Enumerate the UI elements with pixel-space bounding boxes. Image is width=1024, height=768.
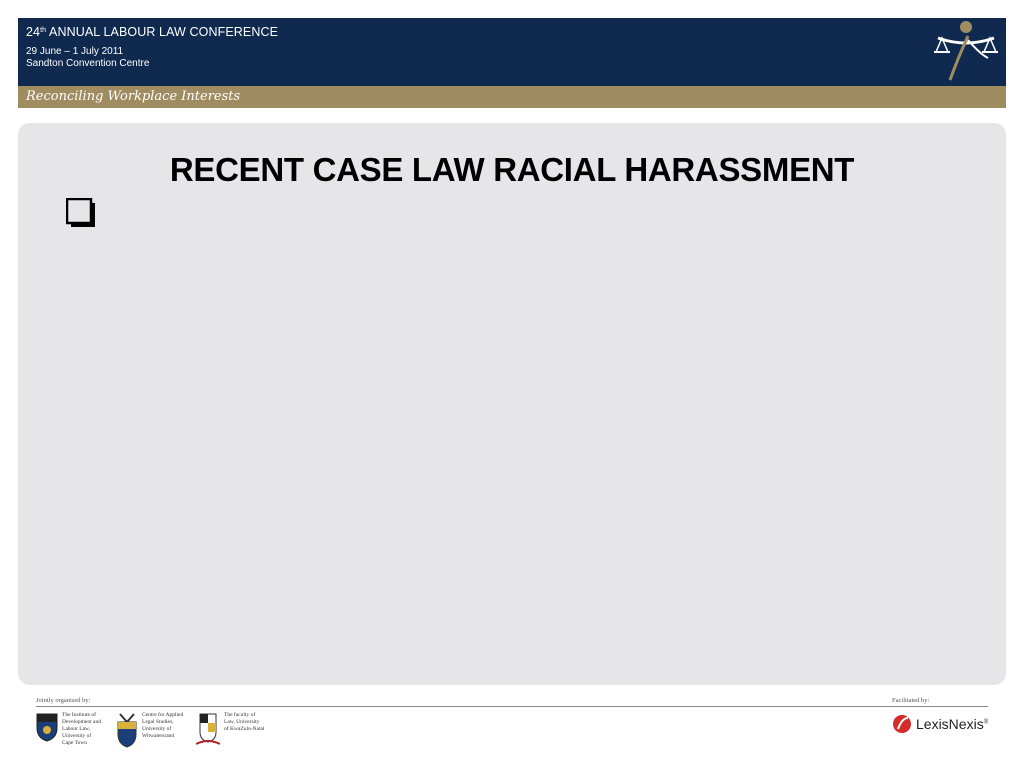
- conference-title: 24th ANNUAL LABOUR LAW CONFERENCE: [26, 25, 279, 39]
- slide-content-area: RECENT CASE LAW RACIAL HARASSMENT: [18, 123, 1006, 685]
- lexisnexis-logo-icon: [893, 715, 911, 733]
- conference-dates: 29 June – 1 July 2011: [26, 46, 124, 57]
- organiser-ukzn: The faculty of Law, University of KwaZul…: [196, 712, 264, 746]
- lexisnexis-wordmark: LexisNexis®: [916, 716, 989, 732]
- ukzn-crest-icon: [196, 713, 220, 745]
- organiser-uct: The Institute of Development and Labour …: [36, 712, 101, 747]
- checkbox-square-icon: [66, 198, 95, 227]
- uct-crest-icon: [36, 713, 58, 742]
- organiser-wits: Centre for Applied Legal Studies, Univer…: [116, 712, 183, 748]
- conference-tagline: Reconciling Workplace Interests: [26, 89, 241, 104]
- tagline-bar: Reconciling Workplace Interests: [18, 86, 1006, 108]
- slide-title: RECENT CASE LAW RACIAL HARASSMENT: [169, 151, 855, 188]
- organised-by-label: Jointly organised by:: [36, 697, 91, 704]
- conference-venue: Sandton Convention Centre: [26, 58, 150, 69]
- wits-crest-icon: [117, 713, 137, 748]
- conference-banner: 24th ANNUAL LABOUR LAW CONFERENCE 29 Jun…: [18, 18, 1006, 86]
- lexisnexis-logo: LexisNexis®: [892, 714, 988, 734]
- footer-divider: [36, 706, 988, 707]
- facilitated-by-label: Facilitated by:: [892, 697, 930, 704]
- scales-of-justice-figure-icon: [934, 21, 998, 81]
